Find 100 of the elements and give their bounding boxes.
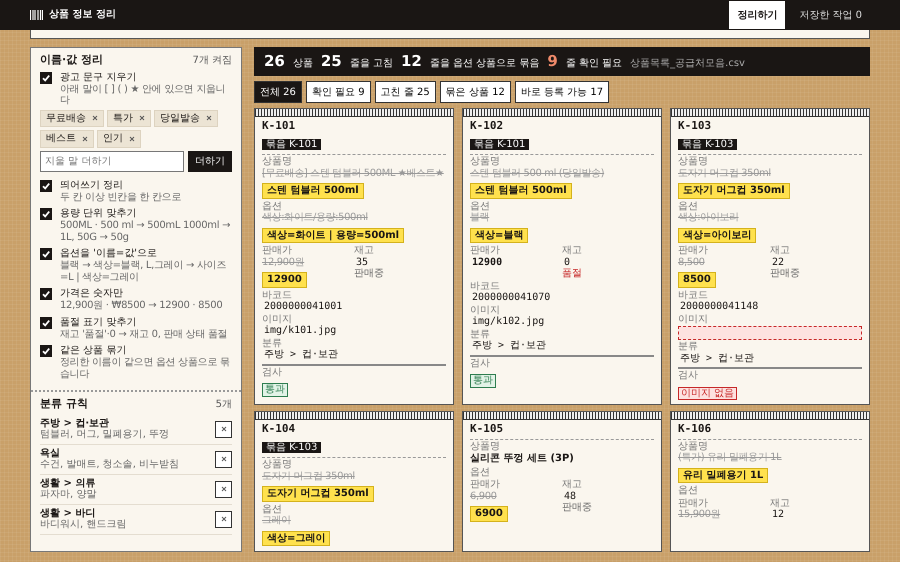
cleaned-value: 8500 — [678, 272, 716, 288]
checkbox[interactable] — [40, 345, 52, 358]
stock-value: 35 — [355, 256, 370, 268]
remove-icon — [92, 115, 98, 122]
cleaned-value: 12900 — [262, 272, 307, 288]
section-count: 7개 켜짐 — [192, 54, 232, 66]
field-label: 바코드 — [262, 290, 293, 302]
checkbox[interactable] — [40, 288, 52, 300]
remove-button[interactable] — [215, 480, 232, 498]
field-label: 검사 — [470, 358, 491, 370]
field-label: 상품명 — [470, 440, 501, 452]
original-value: 8,500 — [678, 256, 706, 268]
field-label: 재고 — [562, 479, 583, 491]
field-label: 재고 — [770, 245, 791, 257]
value-text: 12900 — [471, 256, 504, 268]
cleaned-value: 색상=그레이 — [262, 530, 330, 546]
group-badge: 묶음 K-103 — [678, 138, 738, 150]
cleaned-value: 스텐 텀블러 500ml — [470, 183, 572, 199]
word-input-field[interactable]: 지울 말 더하기 — [40, 150, 184, 172]
field-label: 검사 — [262, 366, 283, 378]
field-label: 이미지 — [470, 304, 501, 316]
original-value: 15,900원 — [678, 509, 722, 521]
stat-label: 상품 — [292, 58, 313, 70]
rule-title: 옵션을 '이름=값'으로 — [60, 247, 158, 260]
field-label: 옵션 — [470, 200, 491, 212]
word-tag[interactable]: 무료배송 — [40, 110, 104, 128]
field-value: 2000000041070 — [471, 292, 552, 304]
product-id: K-105 — [470, 423, 504, 436]
checkbox[interactable] — [40, 180, 52, 192]
field-label: 옵션 — [262, 200, 283, 212]
cleaned-value: 스텐 텀블러 500ml — [262, 183, 364, 199]
original-value: 12,900원 — [262, 256, 306, 268]
rule-title: 같은 상품 묶기 — [60, 344, 128, 358]
cleaned-value: 색상=아이보리 — [678, 228, 756, 244]
rule-description: 500ML · 500 ml → 500mL 1000ml → 1L, 50G → 50g — [60, 220, 232, 244]
word-tag[interactable]: 베스트 — [40, 130, 94, 148]
original-value: 색상:화이트/용량:500ml — [262, 212, 369, 224]
check-badge: 이미지 없음 — [678, 386, 738, 400]
checkbox[interactable] — [40, 72, 52, 84]
remove-button[interactable] — [215, 420, 232, 438]
field-label: 분류 — [678, 341, 699, 353]
original-value: 블랙 — [470, 212, 490, 224]
nav-tab[interactable]: 저장한 작업 0 — [791, 1, 870, 29]
stock-status: 판매중 — [770, 268, 801, 280]
checkbox[interactable] — [40, 208, 52, 220]
field-label: 상품명 — [678, 156, 709, 168]
field-value: 2000000041001 — [263, 301, 344, 313]
cleaned-value: 6900 — [470, 506, 508, 522]
field-value: img/k102.jpg — [471, 316, 546, 328]
close-icon — [220, 516, 226, 522]
rule-description: 정리한 이름이 같으면 옵션 상품으로 묶습니다 — [60, 357, 231, 380]
field-label: 검사 — [678, 370, 699, 382]
filter-tab[interactable]: 전체 26 — [254, 81, 302, 104]
original-value: 스텐 텀블러 500 ml (당일발송) — [470, 168, 606, 180]
field-label: 옵션 — [262, 504, 283, 516]
field-label: 바코드 — [678, 290, 709, 302]
original-value: 그레이 — [262, 515, 292, 527]
filter-tab[interactable]: 바로 등록 가능 17 — [514, 81, 610, 104]
section-count: 5개 — [216, 398, 232, 410]
section-title: 이름·값 정리 — [40, 54, 104, 67]
field-label: 재고 — [770, 498, 791, 510]
add-button[interactable]: 더하기 — [188, 150, 232, 172]
original-value: 6,900 — [470, 490, 498, 502]
word-tag[interactable]: 인기 — [97, 130, 141, 148]
cleaned-value: 색상=화이트 | 용량=500ml — [262, 228, 404, 244]
filter-tab[interactable]: 묶은 상품 12 — [440, 81, 511, 104]
remove-button[interactable] — [215, 450, 232, 468]
field-label: 판매가 — [262, 245, 293, 257]
word-tag[interactable]: 특가 — [107, 110, 151, 128]
filter-tab[interactable]: 고친 줄 25 — [374, 81, 436, 104]
word-tag[interactable]: 당일발송 — [154, 110, 218, 128]
checkbox[interactable] — [40, 248, 52, 260]
check-badge: 통과 — [470, 374, 496, 388]
stat-number: 25 — [320, 53, 342, 70]
checkbox[interactable] — [40, 316, 52, 329]
remove-button[interactable] — [215, 510, 232, 528]
nav-tab[interactable]: 정리하기 — [729, 1, 786, 29]
stock-value: 48 — [563, 490, 578, 502]
remove-icon — [139, 115, 145, 122]
category-title: 주방 > 컵·보관 — [40, 418, 110, 430]
category-keywords: 수건, 발매트, 청소솔, 비누받침 — [40, 459, 180, 471]
product-id: K-102 — [470, 120, 504, 133]
app-title: 상품 정보 정리 — [49, 9, 116, 21]
field-label: 상품명 — [262, 459, 293, 471]
category-title: 생활 > 의류 — [40, 478, 96, 490]
field-label: 재고 — [354, 245, 375, 257]
cleaned-value: 도자기 머그컵 350ml — [678, 183, 790, 199]
stat-label: 줄을 고침 — [350, 58, 393, 70]
field-label: 상품명 — [262, 156, 293, 168]
field-label: 판매가 — [470, 479, 501, 491]
field-label: 판매가 — [470, 245, 501, 257]
field-label: 재고 — [562, 245, 583, 257]
field-label: 옵션 — [470, 466, 491, 478]
product-id: K-101 — [262, 120, 296, 133]
original-value: [무료배송] 스텐 텀블러 500ML ★베스트★ — [262, 168, 445, 180]
stock-value: 12 — [771, 509, 786, 521]
remove-icon — [129, 136, 135, 142]
remove-icon — [82, 136, 88, 142]
filter-tab[interactable]: 확인 필요 9 — [306, 81, 371, 104]
rule-description: 재고 '품절'·0 → 재고 0, 판매 상태 품절 — [60, 328, 228, 340]
